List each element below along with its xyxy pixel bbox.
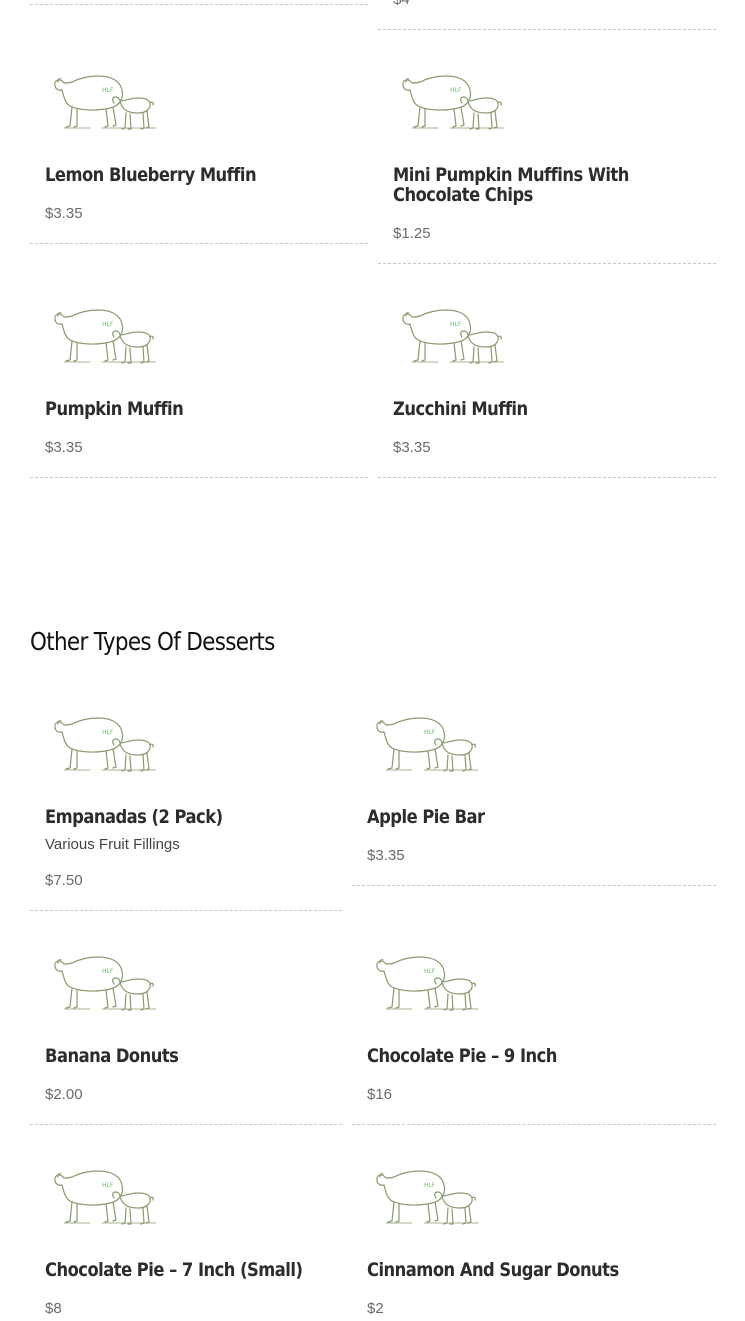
item-divider — [378, 477, 716, 478]
product-name[interactable]: Chocolate Pie – 7 Inch (Small) — [45, 1260, 303, 1280]
item-divider — [30, 243, 368, 244]
product-price: $3.35 — [393, 439, 431, 456]
item-divider — [352, 1124, 716, 1125]
product-price: $3.35 — [45, 439, 83, 456]
product-name[interactable]: Empanadas (2 Pack) — [45, 807, 223, 827]
item-divider — [352, 885, 716, 886]
item-divider — [30, 910, 342, 911]
sheep-and-lamb-logo-icon[interactable] — [50, 712, 160, 778]
product-price: $3.35 — [367, 847, 405, 864]
product-price: $2 — [367, 1300, 384, 1317]
sheep-and-lamb-logo-icon[interactable] — [372, 712, 482, 778]
product-price: $16 — [367, 1086, 393, 1103]
item-divider — [30, 1124, 342, 1125]
product-name[interactable]: Apple Pie Bar — [367, 807, 485, 827]
product-price: $1.25 — [393, 225, 431, 242]
sheep-and-lamb-logo-icon[interactable] — [50, 304, 160, 370]
product-name[interactable]: Banana Donuts — [45, 1046, 179, 1066]
item-divider — [30, 477, 368, 478]
sheep-and-lamb-logo-icon[interactable] — [50, 1165, 160, 1231]
sheep-and-lamb-logo-icon[interactable] — [50, 70, 160, 136]
item-divider — [378, 29, 716, 30]
section-title: Other Types Of Desserts — [30, 627, 275, 656]
product-name[interactable]: Chocolate Pie – 9 Inch — [367, 1046, 557, 1066]
product-price: $4 — [393, 0, 410, 8]
sheep-and-lamb-logo-icon[interactable] — [398, 70, 508, 136]
product-price: $3.35 — [45, 205, 83, 222]
product-name[interactable]: Zucchini Muffin — [393, 399, 528, 419]
product-name[interactable]: Cinnamon And Sugar Donuts — [367, 1260, 619, 1280]
item-divider — [378, 263, 716, 264]
product-description: Various Fruit Fillings — [45, 836, 180, 853]
product-name[interactable]: Mini Pumpkin Muffins With Chocolate Chip… — [393, 165, 694, 205]
sheep-and-lamb-logo-icon[interactable] — [372, 951, 482, 1017]
sheep-and-lamb-logo-icon[interactable] — [398, 304, 508, 370]
product-name[interactable]: Lemon Blueberry Muffin — [45, 165, 257, 185]
product-price: $8 — [45, 1300, 62, 1317]
product-name[interactable]: Pumpkin Muffin — [45, 399, 184, 419]
sheep-and-lamb-logo-icon[interactable] — [372, 1165, 482, 1231]
item-divider — [30, 4, 368, 5]
sheep-and-lamb-logo-icon[interactable] — [50, 951, 160, 1017]
product-price: $7.50 — [45, 872, 83, 889]
product-price: $2.00 — [45, 1086, 83, 1103]
